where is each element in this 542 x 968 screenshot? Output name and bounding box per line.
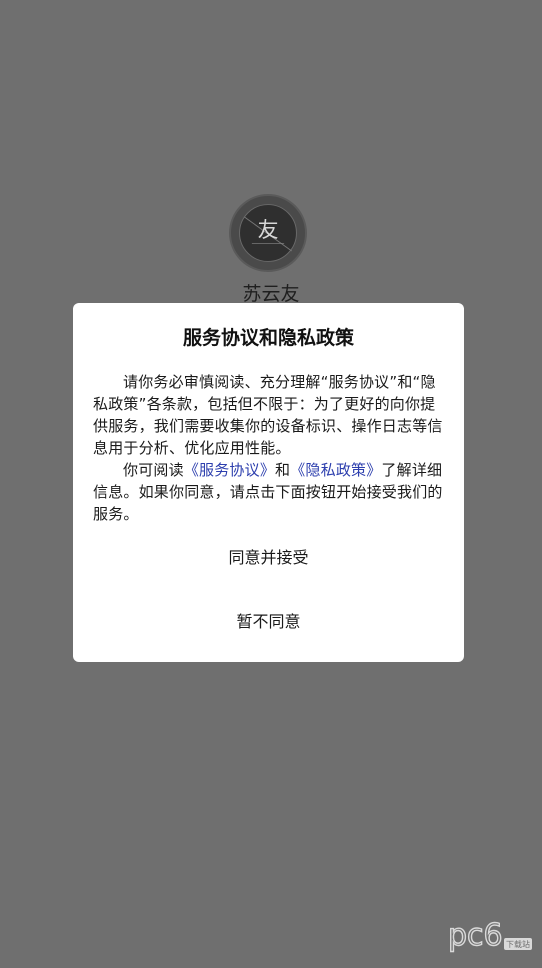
app-logo-icon: 友 xyxy=(239,204,297,262)
svg-text:友: 友 xyxy=(258,218,279,242)
decline-button[interactable]: 暂不同意 xyxy=(73,604,464,638)
screen: 友 苏云友 服务协议和隐私政策 请你务必审慎阅读、充分理解“服务协议”和“隐私政… xyxy=(0,0,542,968)
privacy-dialog: 服务协议和隐私政策 请你务必审慎阅读、充分理解“服务协议”和“隐私政策”各条款，… xyxy=(73,303,464,662)
pc6-watermark-logo: pc6 下载站 xyxy=(447,917,532,954)
dialog-paragraph-2: 你可阅读《服务协议》和《隐私政策》了解详细信息。如果你同意，请点击下面按钮开始接… xyxy=(93,459,444,525)
paragraph-2-prefix: 你可阅读 xyxy=(123,461,184,479)
privacy-policy-link[interactable]: 《隐私政策》 xyxy=(290,461,381,479)
svg-text:pc6: pc6 xyxy=(448,918,503,953)
app-name: 苏云友 xyxy=(242,283,300,305)
svg-text:下载站: 下载站 xyxy=(506,939,530,949)
agree-button[interactable]: 同意并接受 xyxy=(73,540,464,574)
dialog-paragraph-1: 请你务必审慎阅读、充分理解“服务协议”和“隐私政策”各条款，包括但不限于：为了更… xyxy=(93,373,443,457)
dialog-body: 请你务必审慎阅读、充分理解“服务协议”和“隐私政策”各条款，包括但不限于：为了更… xyxy=(93,371,444,525)
app-logo: 友 xyxy=(229,194,307,272)
paragraph-2-and: 和 xyxy=(275,461,291,479)
dialog-title: 服务协议和隐私政策 xyxy=(182,327,354,349)
service-agreement-link[interactable]: 《服务协议》 xyxy=(184,461,275,479)
pc6-watermark: pc6 下载站 xyxy=(446,914,534,954)
